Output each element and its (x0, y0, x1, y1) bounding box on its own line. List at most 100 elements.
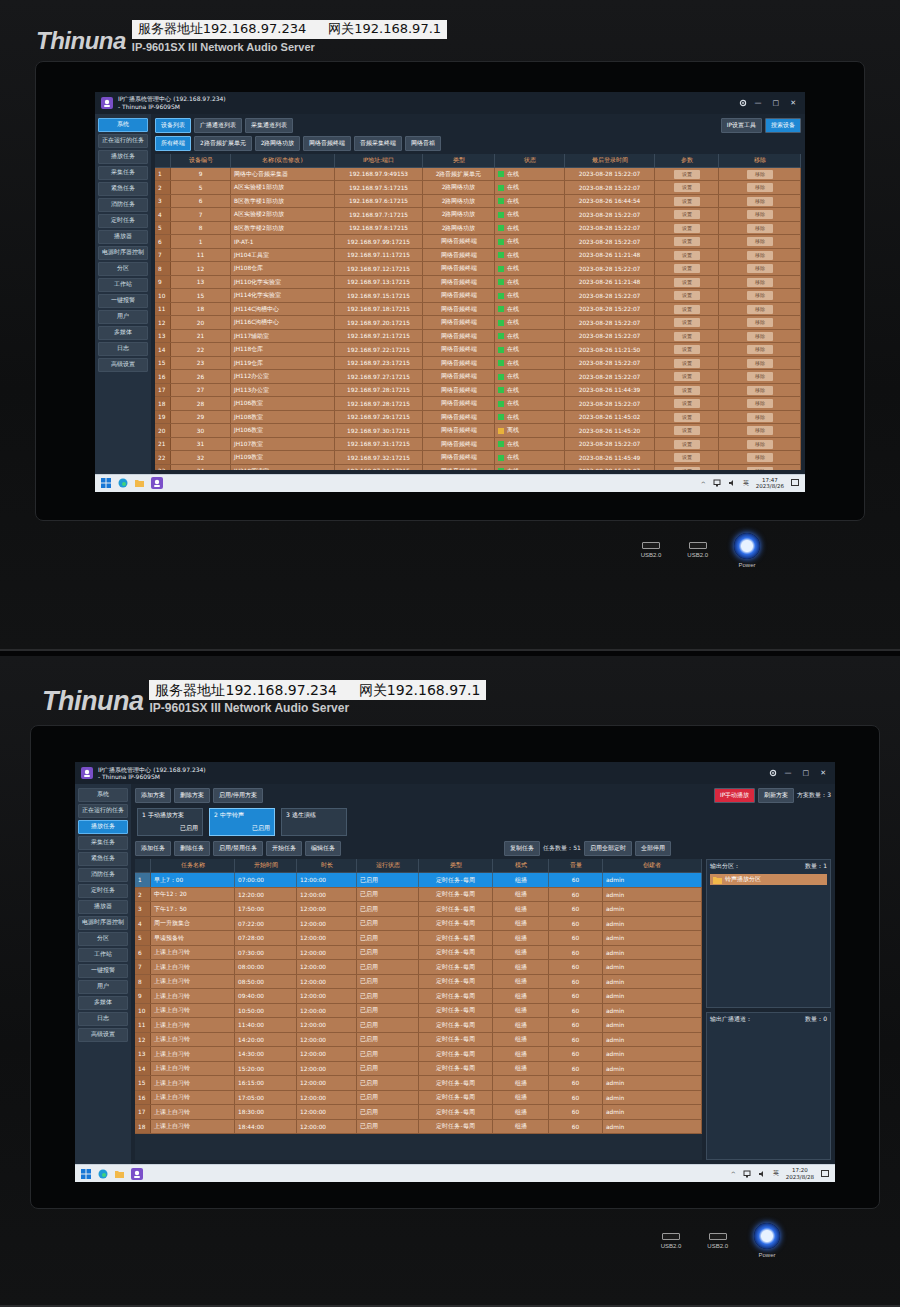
sidebar-item[interactable]: 播放任务 (98, 150, 148, 164)
table-row[interactable]: 2334JH219阅读室192.168.97.34:17215网络音频终端在线2… (155, 465, 801, 470)
settings-button[interactable]: 设置 (674, 278, 700, 287)
settings-button[interactable]: 设置 (674, 251, 700, 260)
remove-button[interactable]: 移除 (747, 264, 773, 273)
table-row[interactable]: 18上课上自习铃18:44:0012:00:00已启用定时任务-每周组播60ad… (135, 1120, 702, 1135)
settings-button[interactable]: 设置 (674, 170, 700, 179)
power-button[interactable] (734, 533, 760, 559)
sidebar-item[interactable]: 日志 (98, 342, 148, 356)
table-row[interactable]: 8上课上自习铃08:50:0012:00:00已启用定时任务-每周组播60adm… (135, 975, 702, 990)
table-row[interactable]: 1828JH106教室192.168.97.28:17215网络音频终端在线20… (155, 397, 801, 411)
sidebar-item[interactable]: 工作站 (98, 278, 148, 292)
sidebar-item[interactable]: 正在运行的任务 (78, 804, 128, 818)
settings-button[interactable]: 设置 (674, 210, 700, 219)
sidebar-item[interactable]: 定时任务 (78, 884, 128, 898)
settings-button[interactable]: 设置 (674, 345, 700, 354)
action-button[interactable]: 搜索设备 (765, 118, 801, 133)
table-row[interactable]: 2中午12：2012:20:0012:00:00已启用定时任务-每周组播60ad… (135, 888, 702, 903)
table-row[interactable]: 1727JH113办公室192.168.97.28:17215网络音频终端在线2… (155, 384, 801, 398)
settings-button[interactable]: 设置 (674, 440, 700, 449)
table-row[interactable]: 19网络中心音频采集器192.168.97.9:491532路音频扩展单元在线2… (155, 168, 801, 182)
remove-button[interactable]: 移除 (747, 251, 773, 260)
table-row[interactable]: 14上课上自习铃15:20:0012:00:00已启用定时任务-每周组播60ad… (135, 1062, 702, 1077)
sidebar-item[interactable]: 多媒体 (78, 996, 128, 1010)
table-row[interactable]: 1015JH114化学实验室192.168.97.15:17215网络音频终端在… (155, 289, 801, 303)
sidebar-item[interactable]: 多媒体 (98, 326, 148, 340)
remove-button[interactable]: 移除 (747, 426, 773, 435)
remove-button[interactable]: 移除 (747, 359, 773, 368)
sidebar-item[interactable]: 播放器 (78, 900, 128, 914)
sidebar-item[interactable]: 系统 (98, 118, 148, 132)
action-button[interactable]: IP手动播放 (714, 788, 755, 803)
table-row[interactable]: 9上课上自习铃09:40:0012:00:00已启用定时任务-每周组播60adm… (135, 989, 702, 1004)
scheme-card[interactable]: 2 中学铃声已启用 (209, 808, 275, 836)
tray-expand[interactable]: ^ (731, 1170, 736, 1177)
table-row[interactable]: 1118JH114C沟槽中心192.168.97.18:17215网络音频终端在… (155, 303, 801, 317)
window-control[interactable]: — (782, 769, 795, 777)
table-row[interactable]: 1220JH116C沟槽中心192.168.97.20:17215网络音频终端在… (155, 316, 801, 330)
sidebar-item[interactable]: 工作站 (78, 948, 128, 962)
remove-button[interactable]: 移除 (747, 372, 773, 381)
table-row[interactable]: 6上课上自习铃07:30:0012:00:00已启用定时任务-每周组播60adm… (135, 946, 702, 961)
toolbar-button[interactable]: 添加方案 (135, 788, 171, 803)
table-row[interactable]: 2030JH106教室192.168.97.30:17215网络音频终端离线20… (155, 424, 801, 438)
remove-button[interactable]: 移除 (747, 467, 773, 470)
power-button[interactable] (754, 1223, 780, 1249)
table-row[interactable]: 913JH110化学实验室192.168.97.13:17215网络音频终端在线… (155, 276, 801, 290)
table-row[interactable]: 17上课上自习铃18:30:0012:00:00已启用定时任务-每周组播60ad… (135, 1105, 702, 1120)
window-control[interactable]: — (752, 99, 765, 107)
tray-expand[interactable]: ^ (701, 480, 706, 487)
action-button[interactable]: 刷新方案 (758, 788, 794, 803)
sidebar-item[interactable]: 一键报警 (78, 964, 128, 978)
table-row[interactable]: 2232JH109教室192.168.97.32:17215网络音频终端在线20… (155, 451, 801, 465)
table-row[interactable]: 13上课上自习铃14:30:0012:00:00已启用定时任务-每周组播60ad… (135, 1047, 702, 1062)
table-row[interactable]: 1626JH112办公室192.168.97.27:17215网络音频终端在线2… (155, 370, 801, 384)
remove-button[interactable]: 移除 (747, 305, 773, 314)
table-row[interactable]: 12上课上自习铃14:20:0012:00:00已启用定时任务-每周组播60ad… (135, 1033, 702, 1048)
edge-browser-icon[interactable] (118, 478, 128, 488)
notification-icon[interactable] (821, 1170, 829, 1178)
settings-button[interactable]: 设置 (674, 426, 700, 435)
sidebar-item[interactable]: 用户 (98, 310, 148, 324)
edge-browser-icon[interactable] (98, 1169, 108, 1179)
table-row[interactable]: 36B区教学楼1部功放192.168.97.6:172152路网络功放在线202… (155, 195, 801, 209)
remove-button[interactable]: 移除 (747, 210, 773, 219)
table-row[interactable]: 15上课上自习铃16:15:0012:00:00已启用定时任务-每周组播60ad… (135, 1076, 702, 1091)
input-language[interactable]: 英 (743, 479, 749, 488)
subtab[interactable]: 网络音箱 (405, 136, 441, 151)
subtab[interactable]: 2路网络功放 (255, 136, 301, 151)
sidebar-item[interactable]: 系统 (78, 788, 128, 802)
table-row[interactable]: 7上课上自习铃08:00:0012:00:00已启用定时任务-每周组播60adm… (135, 960, 702, 975)
settings-icon[interactable] (739, 99, 747, 107)
settings-button[interactable]: 设置 (674, 183, 700, 192)
sidebar-item[interactable]: 用户 (78, 980, 128, 994)
sidebar-item[interactable]: 正在运行的任务 (98, 134, 148, 148)
sidebar-item[interactable]: 采集任务 (98, 166, 148, 180)
action-button[interactable]: 复制任务 (504, 841, 540, 856)
table-row[interactable]: 1321JH117辅助室192.168.97.21:17215网络音频终端在线2… (155, 330, 801, 344)
window-control[interactable]: □ (770, 99, 783, 107)
table-row[interactable]: 5早读预备铃07:28:0012:00:00已启用定时任务-每周组播60admi… (135, 931, 702, 946)
table-row[interactable]: 4周一升旗集合07:22:0012:00:00已启用定时任务-每周组播60adm… (135, 917, 702, 932)
scheme-card[interactable]: 3 逃生演练 (281, 808, 347, 836)
table-row[interactable]: 1929JH108教室192.168.97.29:17215网络音频终端在线20… (155, 411, 801, 425)
sidebar-item[interactable]: 采集任务 (78, 836, 128, 850)
settings-button[interactable]: 设置 (674, 467, 700, 470)
sidebar-item[interactable]: 消防任务 (98, 198, 148, 212)
action-button[interactable]: IP设置工具 (721, 118, 762, 133)
table-row[interactable]: 58B区教学楼2部功放192.168.97.8:172152路网络功放在线202… (155, 222, 801, 236)
remove-button[interactable]: 移除 (747, 278, 773, 287)
remove-button[interactable]: 移除 (747, 170, 773, 179)
table-row[interactable]: 61IP-AT-1192.168.97.99:17215网络音频终端在线2023… (155, 235, 801, 249)
subtab[interactable]: 所有终端 (155, 136, 191, 151)
settings-button[interactable]: 设置 (674, 372, 700, 381)
remove-button[interactable]: 移除 (747, 345, 773, 354)
table-row[interactable]: 711JH104工具室192.168.97.11:17215网络音频终端在线20… (155, 249, 801, 263)
settings-button[interactable]: 设置 (674, 318, 700, 327)
toolbar-button[interactable]: 添加任务 (135, 841, 171, 856)
remove-button[interactable]: 移除 (747, 237, 773, 246)
table-row[interactable]: 10上课上自习铃10:50:0012:00:00已启用定时任务-每周组播60ad… (135, 1004, 702, 1019)
settings-button[interactable]: 设置 (674, 386, 700, 395)
tab[interactable]: 设备列表 (155, 118, 191, 133)
remove-button[interactable]: 移除 (747, 386, 773, 395)
remove-button[interactable]: 移除 (747, 332, 773, 341)
